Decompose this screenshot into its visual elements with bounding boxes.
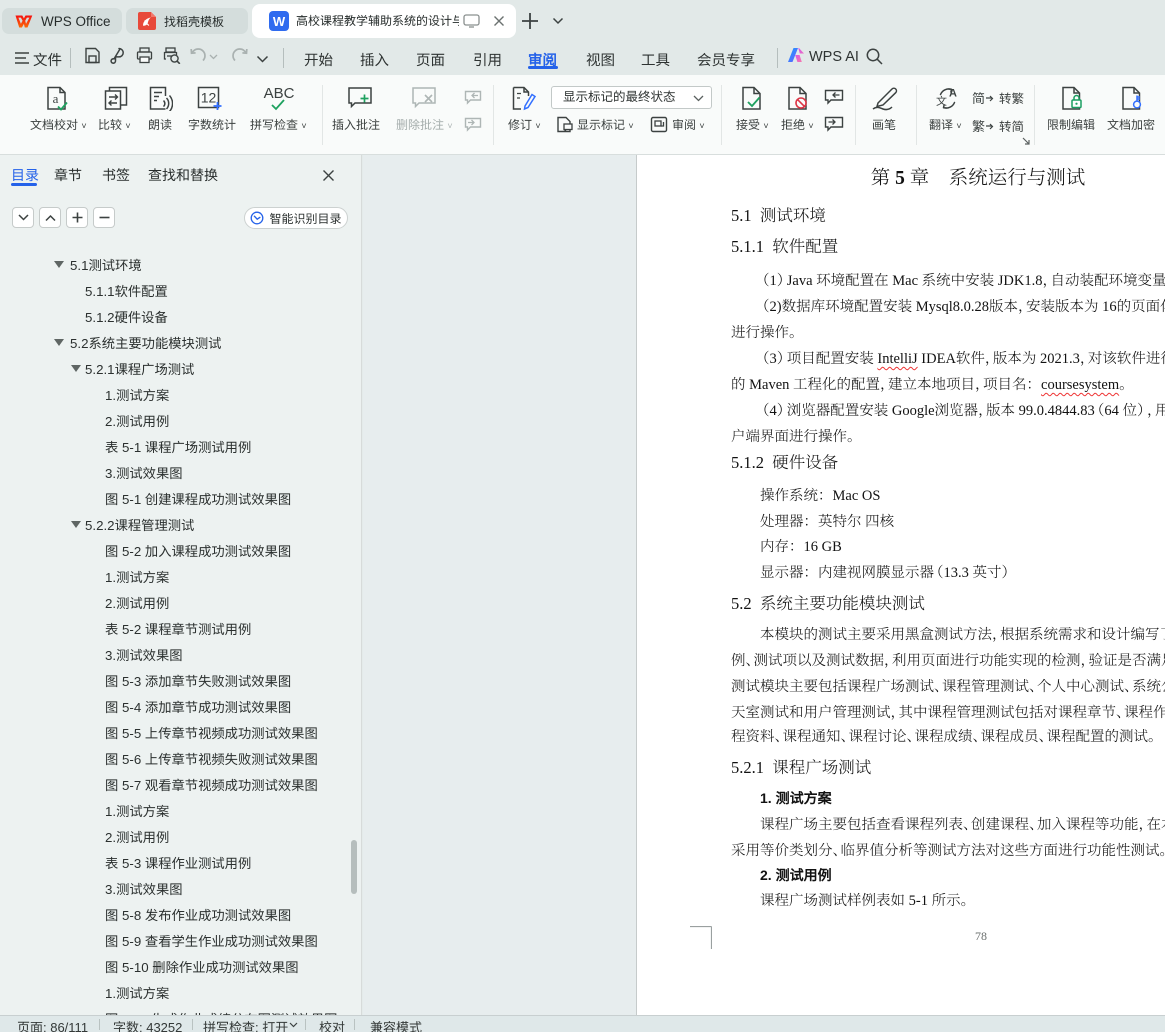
svg-text:12: 12 <box>201 90 217 106</box>
svg-text:文: 文 <box>936 95 947 108</box>
svg-text:A: A <box>949 88 957 100</box>
svg-text:ABC: ABC <box>264 86 295 102</box>
svg-text:W: W <box>273 14 286 29</box>
svg-text:a: a <box>53 91 59 106</box>
